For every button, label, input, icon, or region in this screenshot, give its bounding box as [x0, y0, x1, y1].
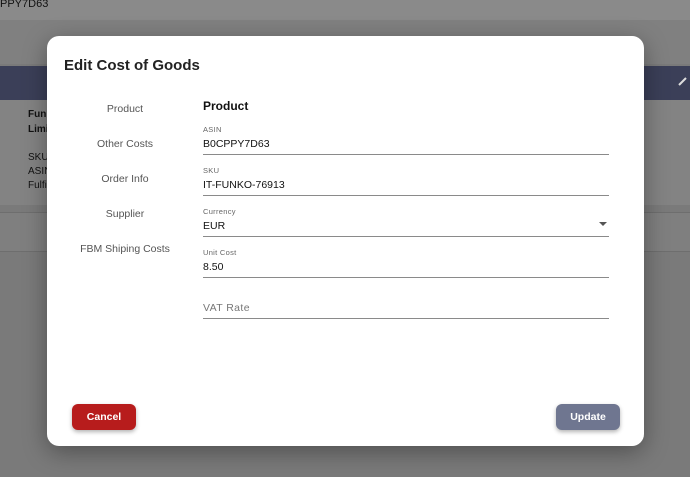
asin-underline — [203, 154, 609, 155]
nav-item-product[interactable]: Product — [47, 103, 203, 115]
sku-field[interactable]: SKU IT-FUNKO-76913 — [203, 166, 609, 196]
update-button[interactable]: Update — [556, 404, 620, 430]
nav-item-order-info[interactable]: Order Info — [47, 173, 203, 185]
background-asin-text: PPY7D63 — [0, 0, 49, 10]
vat-rate-field[interactable]: VAT Rate — [203, 302, 609, 319]
nav-item-other-costs[interactable]: Other Costs — [47, 138, 203, 150]
background-text-line: Limi — [28, 124, 49, 135]
section-title: Product — [203, 99, 249, 113]
background-text-line: Fulfi — [28, 180, 47, 191]
edit-pencil-icon — [678, 77, 687, 86]
nav-item-supplier[interactable]: Supplier — [47, 208, 203, 220]
background-text-line: Funl — [28, 109, 50, 120]
cancel-button[interactable]: Cancel — [72, 404, 136, 430]
sku-label: SKU — [203, 166, 220, 175]
currency-label: Currency — [203, 207, 236, 216]
edit-cost-dialog: Edit Cost of Goods Product Other Costs O… — [47, 36, 644, 446]
sku-input[interactable]: IT-FUNKO-76913 — [203, 179, 609, 193]
currency-select[interactable]: Currency EUR — [203, 207, 609, 237]
chevron-down-icon[interactable] — [599, 222, 607, 226]
currency-value[interactable]: EUR — [203, 220, 609, 234]
unit-cost-label: Unit Cost — [203, 248, 237, 257]
currency-underline — [203, 236, 609, 237]
asin-input[interactable]: B0CPPY7D63 — [203, 138, 609, 152]
nav-item-fbm-shipping-costs[interactable]: FBM Shiping Costs — [47, 243, 203, 255]
background-topbar — [0, 0, 690, 20]
sku-underline — [203, 195, 609, 196]
unit-cost-input[interactable]: 8.50 — [203, 261, 609, 275]
asin-field[interactable]: ASIN B0CPPY7D63 — [203, 125, 609, 155]
vat-rate-input[interactable]: VAT Rate — [203, 302, 609, 316]
vat-rate-underline — [203, 318, 609, 319]
unit-cost-underline — [203, 277, 609, 278]
dialog-title: Edit Cost of Goods — [64, 57, 200, 74]
asin-label: ASIN — [203, 125, 222, 134]
background-text-line: SKU — [28, 152, 49, 163]
unit-cost-field[interactable]: Unit Cost 8.50 — [203, 248, 609, 278]
